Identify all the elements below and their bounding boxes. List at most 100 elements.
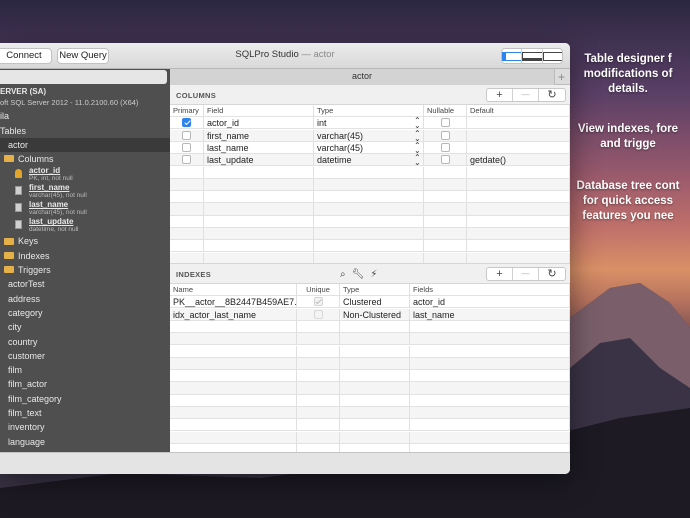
remove-column-button[interactable]: — (513, 89, 539, 101)
table-row[interactable] (170, 203, 570, 216)
tables-group[interactable]: Tables (0, 124, 170, 138)
nullable-checkbox[interactable] (440, 143, 450, 153)
table-cell[interactable]: last_name (204, 141, 314, 155)
column-item[interactable]: last_name varchar(45), not null (0, 200, 170, 217)
indexes-folder[interactable]: Indexes (0, 249, 170, 263)
tab-actor[interactable]: actor (170, 69, 555, 85)
index-row[interactable] (170, 394, 570, 407)
index-row[interactable] (170, 357, 570, 370)
table-cell (204, 240, 314, 253)
column-icon (15, 186, 22, 196)
stepper-icon[interactable]: ⌃ ⌄ (414, 117, 421, 129)
stepper-icon[interactable]: ⌃ ⌄ (414, 154, 421, 166)
table-item[interactable]: film_text (0, 406, 170, 420)
table-item[interactable]: film (0, 363, 170, 377)
table-cell[interactable]: varchar(45) ⌃ ⌄ (314, 141, 424, 155)
table-cell[interactable] (467, 117, 570, 130)
connect-button[interactable]: Connect (0, 48, 52, 64)
primary-checkbox[interactable] (182, 155, 191, 165)
index-row[interactable]: PK__actor__8B2447B459AE7... Clustered acto… (170, 296, 570, 309)
table-cell: Clustered (340, 296, 410, 309)
table-cell[interactable] (467, 129, 570, 142)
index-row[interactable]: idx_actor_last_name Non-Clustered last_nam… (170, 308, 570, 321)
add-column-button[interactable]: + (487, 89, 513, 101)
table-item[interactable]: language (0, 435, 170, 449)
toggle-right-button[interactable] (542, 49, 562, 63)
server-name[interactable]: ERVER (SA) (0, 85, 170, 99)
table-row[interactable] (170, 215, 570, 228)
keys-folder[interactable]: Keys (0, 234, 170, 248)
table-cell (340, 345, 410, 358)
toggle-sidebar-button[interactable] (502, 49, 523, 63)
index-row[interactable] (170, 419, 570, 432)
table-row[interactable] (170, 178, 570, 191)
refresh-indexes-button[interactable]: ↻ (539, 268, 565, 280)
table-item[interactable]: inventory (0, 420, 170, 434)
columns-folder[interactable]: Columns (0, 152, 170, 166)
index-row[interactable] (170, 370, 570, 383)
index-row[interactable] (170, 333, 570, 346)
table-cell[interactable]: last_update (204, 154, 314, 167)
sidebar-search-field[interactable] (0, 70, 167, 84)
refresh-columns-button[interactable]: ↻ (539, 89, 565, 101)
lightning-icon[interactable]: ⚡︎ (370, 269, 377, 280)
table-row[interactable] (170, 191, 570, 204)
table-row[interactable] (170, 240, 570, 253)
add-index-button[interactable]: + (487, 268, 513, 280)
wrench-icon[interactable]: 🔧︎ (352, 269, 365, 280)
table-row[interactable]: last_name varchar(45) ⌃ ⌄ (170, 141, 570, 155)
triggers-folder[interactable]: Triggers (0, 263, 170, 277)
table-item[interactable]: city (0, 320, 170, 334)
add-tab-icon[interactable]: + (558, 70, 565, 84)
column-item[interactable]: actor_id PK, int, not null (0, 166, 170, 183)
table-row[interactable] (170, 228, 570, 241)
table-item[interactable]: address (0, 292, 170, 306)
stepper-icon[interactable]: ⌃ ⌄ (414, 130, 421, 142)
stepper-icon[interactable]: ⌃ ⌄ (414, 142, 421, 154)
table-item[interactable]: actorTest (0, 277, 170, 291)
table-designer: actor + COLUMNS + — ↻ Primary Field Type Nu… (170, 69, 570, 452)
new-query-button[interactable]: New Query (57, 48, 109, 64)
column-header: Primary (170, 105, 204, 118)
table-cell[interactable]: first_name (204, 129, 314, 142)
primary-checkbox[interactable] (182, 130, 191, 140)
database-tree: ERVER (SA) oft SQL Server 2012 - 11.0.21… (0, 85, 170, 452)
table-cell (170, 240, 204, 253)
toggle-bottom-button[interactable] (522, 49, 543, 63)
table-item[interactable]: customer (0, 349, 170, 363)
table-item[interactable]: film_category (0, 392, 170, 406)
table-cell[interactable]: int ⌃ ⌄ (314, 117, 424, 130)
search-icon[interactable]: ⌕ (340, 269, 346, 280)
column-item[interactable]: first_name varchar(45), not null (0, 183, 170, 200)
nullable-checkbox[interactable] (440, 118, 450, 128)
index-row[interactable] (170, 431, 570, 444)
nullable-checkbox[interactable] (440, 130, 450, 140)
table-cell[interactable]: actor_id (204, 117, 314, 130)
primary-checkbox[interactable] (182, 143, 191, 153)
index-row[interactable] (170, 345, 570, 358)
table-row[interactable]: actor_id int ⌃ ⌄ (170, 117, 570, 130)
database-item[interactable]: ila (0, 109, 170, 123)
table-cell (297, 419, 340, 432)
table-cell[interactable]: getdate() (467, 154, 570, 167)
table-row[interactable] (170, 166, 570, 179)
table-cell[interactable] (467, 141, 570, 155)
table-row[interactable] (170, 252, 570, 263)
table-cell[interactable]: varchar(45) ⌃ ⌄ (314, 129, 424, 142)
table-cell (170, 370, 297, 383)
table-item[interactable]: film_actor (0, 377, 170, 391)
nullable-checkbox[interactable] (440, 155, 450, 165)
primary-checkbox[interactable] (182, 118, 191, 128)
index-row[interactable] (170, 407, 570, 420)
table-row[interactable]: last_update datetime ⌃ ⌄ getdate() (170, 154, 570, 167)
remove-index-button[interactable]: — (513, 268, 539, 280)
table-item[interactable]: country (0, 335, 170, 349)
index-row[interactable] (170, 382, 570, 395)
index-row[interactable] (170, 320, 570, 334)
table-item[interactable]: category (0, 306, 170, 320)
table-row[interactable]: first_name varchar(45) ⌃ ⌄ (170, 129, 570, 142)
table-cell[interactable]: datetime ⌃ ⌄ (314, 154, 424, 167)
column-item[interactable]: last_update datetime, not null (0, 217, 170, 234)
index-row[interactable] (170, 443, 570, 452)
table-item-actor[interactable]: actor (0, 137, 170, 153)
